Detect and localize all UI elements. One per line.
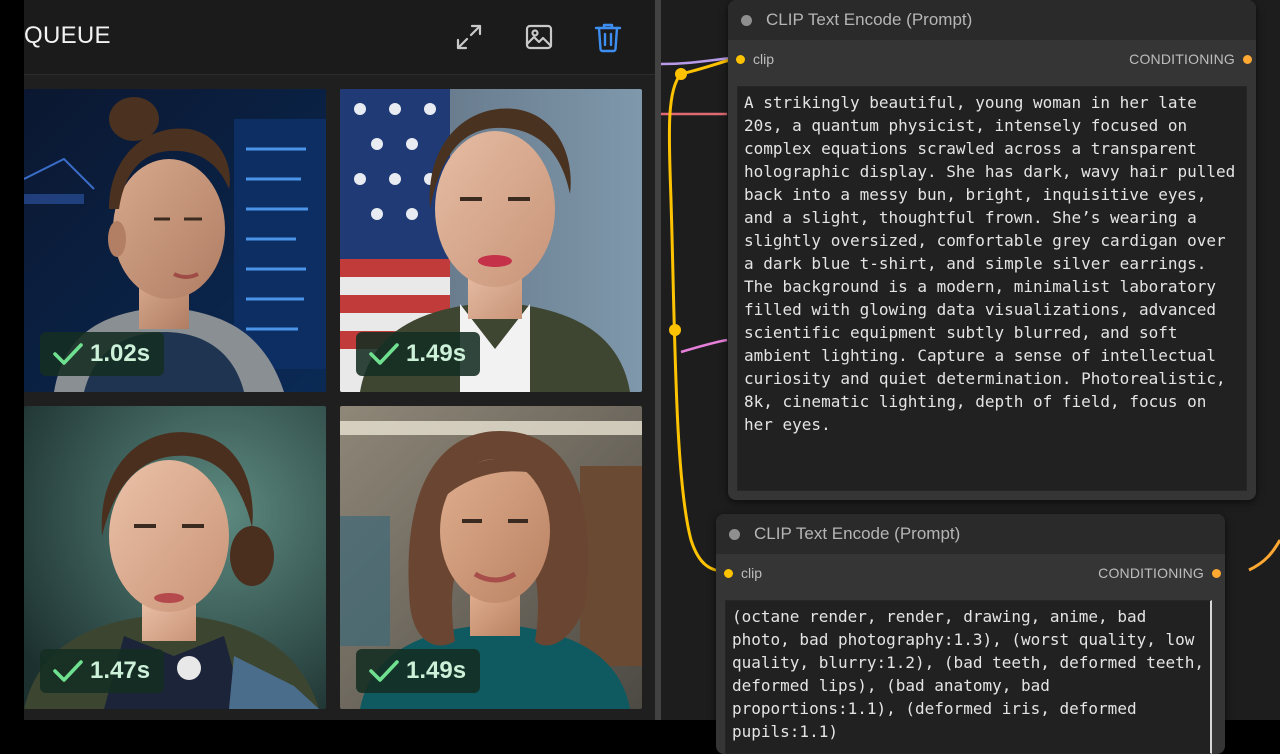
wire-reroute-dot (669, 324, 681, 336)
check-icon (369, 343, 399, 365)
queue-image-2[interactable]: 1.49s (340, 89, 642, 392)
expand-icon (456, 24, 482, 50)
generation-time: 1.47s (90, 657, 151, 684)
clip-text-encode-node-positive[interactable]: CLIP Text Encode (Prompt) clip CONDITION… (728, 0, 1256, 500)
check-icon (369, 660, 399, 682)
collapse-dot[interactable] (741, 14, 752, 26)
input-label: clip (741, 565, 763, 581)
wire-pink (680, 338, 728, 354)
clip-text-encode-node-negative[interactable]: CLIP Text Encode (Prompt) clip CONDITION… (716, 514, 1225, 754)
generation-time: 1.49s (406, 657, 467, 684)
generation-time: 1.49s (406, 340, 467, 367)
node-canvas[interactable]: CLIP Text Encode (Prompt) clip CONDITION… (661, 0, 1280, 754)
check-icon (53, 343, 83, 365)
trash-icon (594, 23, 622, 53)
wire-reroute-dot (675, 68, 687, 80)
conditioning-output-port[interactable] (1243, 54, 1252, 64)
prompt-textarea[interactable]: A strikingly beautiful, young woman in h… (737, 86, 1247, 491)
node-title-bar[interactable]: CLIP Text Encode (Prompt) (728, 0, 1256, 40)
status-badge: 1.02s (40, 332, 165, 376)
conditioning-output-port[interactable] (1212, 568, 1221, 578)
status-badge: 1.49s (356, 649, 481, 693)
queue-title: QUEUE (24, 22, 111, 49)
queue-image-3[interactable]: 1.47s (24, 406, 326, 709)
node-ports: clip CONDITIONING (728, 48, 1256, 70)
image-icon (525, 24, 553, 50)
queue-image-4[interactable]: 1.49s (340, 406, 642, 709)
status-badge: 1.47s (40, 649, 165, 693)
wire-conditioning (1248, 539, 1280, 572)
check-icon (53, 660, 83, 682)
node-title-bar[interactable]: CLIP Text Encode (Prompt) (716, 514, 1225, 554)
output-label: CONDITIONING (1098, 565, 1204, 581)
gallery-button[interactable] (522, 20, 556, 54)
negative-prompt-textarea[interactable]: (octane render, render, drawing, anime, … (725, 600, 1212, 754)
expand-button[interactable] (452, 20, 486, 54)
queue-image-1[interactable]: 1.02s (24, 89, 326, 392)
clear-queue-button[interactable] (591, 20, 625, 54)
node-title: CLIP Text Encode (Prompt) (754, 524, 961, 543)
queue-header: QUEUE (24, 0, 655, 75)
output-label: CONDITIONING (1129, 51, 1235, 67)
collapse-dot[interactable] (729, 528, 740, 540)
wire-clip-2 (667, 72, 728, 573)
queue-panel: QUEUE 1.02s 1.49s 1.47s 1.49s (24, 0, 655, 720)
clip-input-port[interactable] (736, 54, 745, 64)
input-label: clip (753, 51, 775, 67)
node-title: CLIP Text Encode (Prompt) (766, 10, 973, 29)
generation-time: 1.02s (90, 340, 151, 367)
status-badge: 1.49s (356, 332, 481, 376)
clip-input-port[interactable] (724, 568, 733, 578)
node-ports: clip CONDITIONING (716, 562, 1225, 584)
